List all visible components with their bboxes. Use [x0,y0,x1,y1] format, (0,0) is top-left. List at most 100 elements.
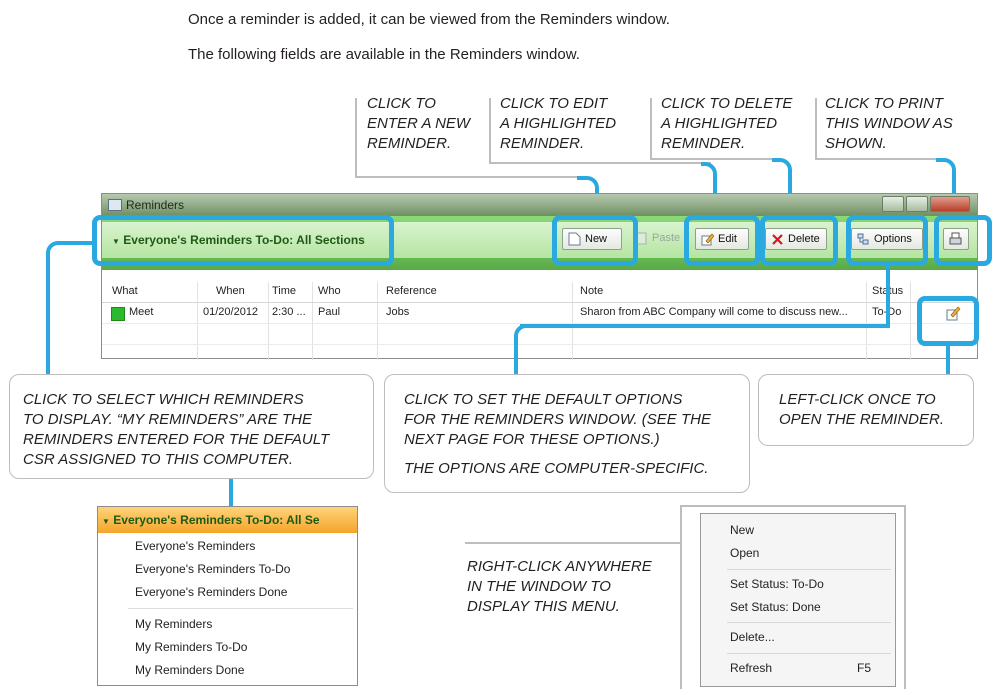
dropdown-item[interactable]: Everyone's Reminders [135,539,255,553]
connector-options-b [520,324,890,328]
cell-who: Paul [318,306,341,318]
highlight-new [552,215,638,266]
callout-rightclick-frame-h [465,542,680,544]
callout-new-line: REMINDER. [367,135,452,152]
callout-print-line: THIS WINDOW AS [825,115,953,132]
callout-delete-line: REMINDER. [661,135,746,152]
callout-print-frame [815,98,817,158]
column-header-who[interactable]: Who [318,285,341,297]
dropdown-item[interactable]: My Reminders [135,617,212,631]
context-menu-separator [727,653,891,654]
callout-delete-line: A HIGHLIGHTED [661,115,778,132]
context-menu-refresh-shortcut: F5 [857,661,872,675]
callout-edit-line: CLICK TO EDIT [500,95,608,112]
close-button[interactable] [930,196,970,212]
dropdown-item[interactable]: My Reminders Done [135,663,244,677]
highlight-print [934,215,992,266]
maximize-button[interactable] [906,196,928,212]
callout-rightclick-frame-left [680,505,682,689]
highlight-open-reminder [917,296,979,346]
callout-open-line: LEFT-CLICK ONCE TO [779,391,936,408]
connector-options-c [514,324,526,374]
callout-options-line: NEXT PAGE FOR THESE OPTIONS.) [404,431,660,448]
column-header-reference[interactable]: Reference [386,285,437,297]
column-header-when[interactable]: When [216,285,245,297]
callout-new: CLICK TO ENTER A NEW REMINDER. [367,94,470,154]
context-menu-set-done[interactable]: Set Status: Done [730,600,821,614]
connector-dropdown [229,478,233,508]
connector-section-selector [46,241,94,376]
callout-select-line: REMINDERS ENTERED FOR THE DEFAULT [23,431,330,448]
callout-options: CLICK TO SET THE DEFAULT OPTIONS FOR THE… [404,390,711,479]
dropdown-item[interactable]: Everyone's Reminders Done [135,585,287,599]
callout-options-line: FOR THE REMINDERS WINDOW. (SEE THE [404,411,711,428]
callout-delete-frame [650,98,652,158]
callout-edit-line: A HIGHLIGHTED [500,115,617,132]
callout-print-line: SHOWN. [825,135,887,152]
context-menu-separator [727,569,891,570]
callout-options-note: THE OPTIONS ARE COMPUTER-SPECIFIC. [404,460,709,477]
dropdown-item[interactable]: Everyone's Reminders To-Do [135,562,290,576]
context-menu-new[interactable]: New [730,523,754,537]
connector-open-reminder [946,344,950,376]
callout-rightclick-frame-right [904,505,906,689]
dropdown-header[interactable]: ▼ Everyone's Reminders To-Do: All Se [98,507,357,533]
callout-rightclick-line: DISPLAY THIS MENU. [467,598,620,615]
callout-open-line: OPEN THE REMINDER. [779,411,945,428]
column-header-what[interactable]: What [112,285,138,297]
highlight-delete [760,215,838,266]
table-row[interactable]: Meet 01/20/2012 2:30 ... Paul Jobs Sharo… [102,303,977,324]
callout-print: CLICK TO PRINT THIS WINDOW AS SHOWN. [825,94,953,154]
callout-print-line: CLICK TO PRINT [825,95,944,112]
callout-rightclick-frame-top [680,505,904,507]
callout-select: CLICK TO SELECT WHICH REMINDERS TO DISPL… [23,390,329,470]
cell-what: Meet [129,306,154,318]
callout-print-frame-h [815,158,943,160]
callout-new-line: CLICK TO [367,95,436,112]
dropdown-item[interactable]: My Reminders To-Do [135,640,247,654]
column-header-time[interactable]: Time [272,285,296,297]
triangle-down-icon: ▼ [102,517,110,526]
connector-options-a [886,264,890,326]
callout-new-line: ENTER A NEW [367,115,471,132]
context-menu-set-todo[interactable]: Set Status: To-Do [730,577,824,591]
callout-rightclick: RIGHT-CLICK ANYWHERE IN THE WINDOW TO DI… [467,557,652,617]
callout-new-frame-h [355,176,587,178]
window-icon [108,199,122,211]
dropdown-header-label: Everyone's Reminders To-Do: All Se [113,513,320,527]
callout-edit-line: REMINDER. [500,135,585,152]
cell-time: 2:30 ... [272,306,306,318]
context-menu-separator [727,622,891,623]
context-menu-open[interactable]: Open [730,546,759,560]
callout-new-frame [355,98,357,176]
highlight-edit [684,215,760,266]
callout-select-line: CLICK TO SELECT WHICH REMINDERS [23,391,304,408]
intro-line-1: Once a reminder is added, it can be view… [188,11,670,28]
callout-edit-frame [489,98,491,162]
grid-header: What When Time Who Reference Note Status [102,282,977,303]
callout-open-box: LEFT-CLICK ONCE TO OPEN THE REMINDER. [758,374,974,446]
intro-line-2: The following fields are available in th… [188,46,580,63]
window-titlebar: Reminders [102,194,977,216]
callout-delete: CLICK TO DELETE A HIGHLIGHTED REMINDER. [661,94,792,154]
cell-reference: Jobs [386,306,410,318]
column-header-note[interactable]: Note [580,285,603,297]
highlight-section-selector [92,215,394,266]
context-menu-refresh[interactable]: Refresh [730,661,772,675]
status-color-icon [111,307,125,321]
callout-open: LEFT-CLICK ONCE TO OPEN THE REMINDER. [779,390,944,430]
dropdown-separator [128,608,353,609]
context-menu: New Open Set Status: To-Do Set Status: D… [700,513,896,687]
callout-options-box: CLICK TO SET THE DEFAULT OPTIONS FOR THE… [384,374,750,493]
minimize-button[interactable] [882,196,904,212]
callout-select-box: CLICK TO SELECT WHICH REMINDERS TO DISPL… [9,374,374,479]
callout-rightclick-line: IN THE WINDOW TO [467,578,611,595]
callout-edit: CLICK TO EDIT A HIGHLIGHTED REMINDER. [500,94,616,154]
context-menu-delete[interactable]: Delete... [730,630,775,644]
cell-note: Sharon from ABC Company will come to dis… [580,306,848,318]
callout-edit-frame-h [489,162,711,164]
cell-when: 01/20/2012 [203,306,259,318]
section-dropdown: ▼ Everyone's Reminders To-Do: All Se Eve… [97,506,358,686]
callout-select-line: CSR ASSIGNED TO THIS COMPUTER. [23,451,294,468]
callout-options-line: CLICK TO SET THE DEFAULT OPTIONS [404,391,683,408]
